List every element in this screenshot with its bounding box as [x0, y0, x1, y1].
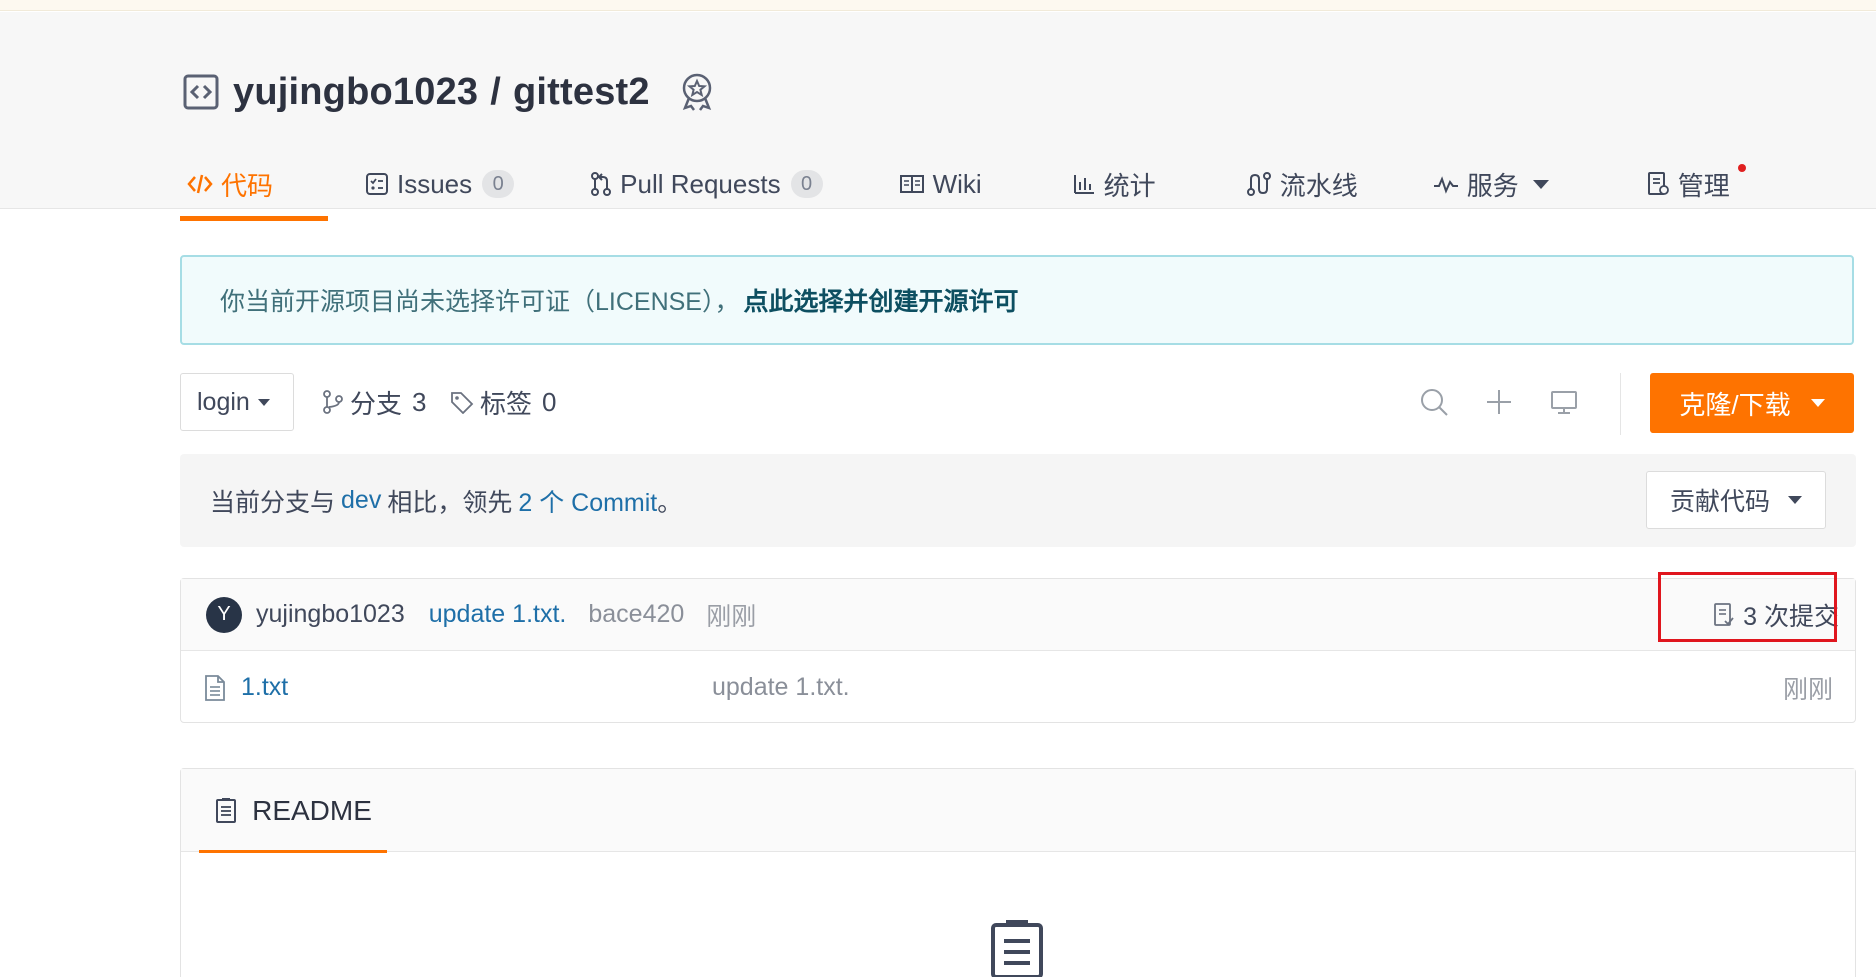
- file-commit-time: 刚刚: [1782, 675, 1833, 704]
- commit-message-link[interactable]: update 1.txt.: [429, 600, 567, 629]
- license-notice-text: 你当前开源项目尚未选择许可证（LICENSE），: [220, 288, 740, 316]
- branches-link[interactable]: 分支 3: [322, 373, 426, 431]
- contribute-caret-icon: [1788, 496, 1802, 504]
- tab-services-label: 服务: [1466, 170, 1519, 201]
- branch-compare-bar: 当前分支与 dev 相比，领先 2 个 Commit 。 贡献代码: [180, 454, 1856, 547]
- tags-link[interactable]: 标签 0: [450, 373, 556, 431]
- tab-services[interactable]: 服务: [1433, 147, 1549, 221]
- file-row[interactable]: 1.txt update 1.txt. 刚刚: [181, 652, 1855, 723]
- pipeline-icon: [1246, 171, 1272, 197]
- readme-panel: README: [180, 768, 1856, 977]
- branch-icon: [322, 390, 344, 414]
- issues-count-badge: 0: [482, 170, 515, 198]
- commit-author-link[interactable]: yujingbo1023: [256, 600, 405, 629]
- contribute-code-button[interactable]: 贡献代码: [1646, 471, 1826, 529]
- tag-icon: [450, 390, 474, 414]
- compare-ahead-link[interactable]: 2 个 Commit: [518, 483, 657, 519]
- tab-issues[interactable]: Issues 0: [365, 147, 515, 221]
- compare-prefix: 当前分支与: [210, 488, 336, 517]
- tab-issues-label: Issues: [397, 168, 473, 199]
- readme-tab-label: README: [252, 794, 372, 826]
- manage-notification-dot: [1737, 164, 1746, 172]
- repo-name-link[interactable]: gittest2: [513, 71, 650, 113]
- readme-empty-doc-icon: [989, 919, 1045, 977]
- tab-pull-requests[interactable]: Pull Requests 0: [590, 147, 823, 221]
- repo-title-separator: /: [490, 70, 502, 113]
- branch-toolbar: login 分支 3 标签 0 克隆/下载: [180, 373, 1856, 435]
- avatar[interactable]: Y: [206, 596, 242, 633]
- tab-code-label: 代码: [221, 170, 274, 201]
- choose-license-link[interactable]: 点此选择并创建开源许可: [743, 282, 1018, 318]
- readme-header: README: [181, 769, 1855, 853]
- pulse-icon: [1433, 173, 1459, 195]
- pull-requests-count-badge: 0: [790, 170, 823, 198]
- file-name-link[interactable]: 1.txt: [241, 673, 288, 702]
- pull-request-icon: [590, 171, 612, 197]
- tab-manage[interactable]: 管理: [1646, 147, 1746, 221]
- tags-label: 标签: [480, 388, 533, 419]
- latest-commit-row: Y yujingbo1023 update 1.txt. bace420 刚刚 …: [181, 579, 1855, 651]
- branches-count: 3: [412, 386, 427, 417]
- tab-pipeline-label: 流水线: [1279, 170, 1358, 201]
- compare-base-branch-link[interactable]: dev: [341, 486, 381, 515]
- recommend-badge-icon[interactable]: [678, 72, 716, 112]
- tags-count: 0: [542, 386, 557, 417]
- compare-suffix: 。: [657, 488, 683, 517]
- branches-label: 分支: [350, 388, 403, 419]
- toolbar-divider: [1620, 373, 1621, 435]
- tab-pipeline[interactable]: 流水线: [1246, 147, 1358, 221]
- issues-icon: [365, 172, 389, 196]
- tab-wiki[interactable]: Wiki: [899, 147, 982, 221]
- file-icon: [203, 674, 227, 702]
- manage-doc-icon: [1646, 171, 1670, 197]
- bar-chart-icon: [1072, 172, 1096, 196]
- wiki-book-icon: [899, 173, 925, 195]
- branch-select-value: login: [197, 387, 250, 416]
- repo-header: yujingbo1023 / gittest2 代码 Issues 0 Pull R…: [0, 12, 1876, 221]
- tab-code[interactable]: 代码: [180, 147, 328, 221]
- commit-time: 刚刚: [706, 602, 757, 631]
- clone-caret-icon: [1810, 399, 1825, 407]
- top-notice-strip: [0, 0, 1876, 11]
- search-icon[interactable]: [1417, 385, 1451, 419]
- web-ide-monitor-icon[interactable]: [1547, 385, 1581, 419]
- tab-manage-label: 管理: [1677, 170, 1730, 201]
- repo-title: yujingbo1023 / gittest2: [233, 71, 650, 114]
- commit-hash-link[interactable]: bace420: [588, 600, 684, 629]
- clone-download-label: 克隆/下载: [1679, 389, 1791, 420]
- repo-owner-link[interactable]: yujingbo1023: [233, 71, 478, 113]
- compare-middle-text: 相比，领先: [387, 488, 513, 517]
- repo-title-row: yujingbo1023 / gittest2: [183, 62, 716, 122]
- page: yujingbo1023 / gittest2 代码 Issues 0 Pull R…: [0, 0, 1876, 977]
- license-notice: 你当前开源项目尚未选择许可证（LICENSE）， 点此选择并创建开源许可: [180, 255, 1854, 345]
- readme-doc-icon: [214, 797, 238, 825]
- tab-wiki-label: Wiki: [932, 168, 982, 199]
- services-dropdown-caret-icon: [1532, 179, 1549, 189]
- branch-caret-icon: [257, 398, 270, 406]
- repo-tabs: 代码 Issues 0 Pull Requests 0 Wiki 统计 流水线 …: [180, 147, 1746, 221]
- file-commit-message-link[interactable]: update 1.txt.: [712, 673, 850, 702]
- add-file-plus-icon[interactable]: [1482, 385, 1516, 419]
- branch-select[interactable]: login: [180, 373, 294, 431]
- tab-statistics-label: 统计: [1103, 170, 1156, 201]
- clone-download-button[interactable]: 克隆/下载: [1650, 373, 1854, 433]
- tab-statistics[interactable]: 统计: [1072, 147, 1156, 221]
- commits-highlight-annotation: [1658, 572, 1837, 642]
- code-icon: [187, 172, 213, 196]
- file-list: Y yujingbo1023 update 1.txt. bace420 刚刚 …: [180, 578, 1856, 723]
- contribute-code-label: 贡献代码: [1669, 488, 1770, 516]
- tab-pull-requests-label: Pull Requests: [620, 168, 781, 199]
- tab-readme[interactable]: README: [199, 769, 387, 853]
- repo-code-icon: [183, 74, 219, 110]
